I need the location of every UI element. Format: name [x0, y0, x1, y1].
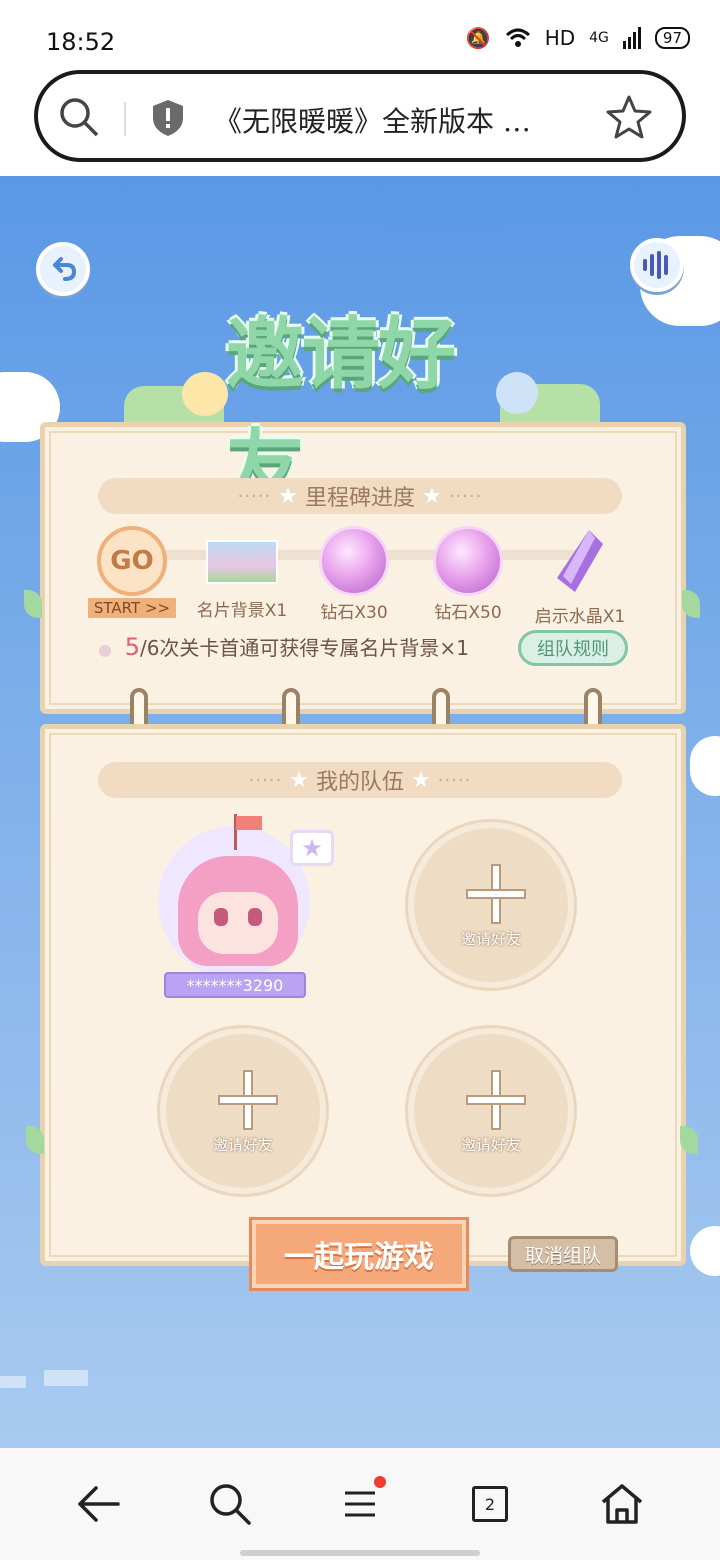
page-title[interactable]: 《无限暖暖》全新版本 …: [214, 100, 554, 140]
progress-description: /6次关卡首通可获得专属名片背景×1: [139, 636, 469, 660]
milestone-label: 钻石X50: [434, 603, 502, 623]
menu-icon: [345, 1491, 375, 1517]
tab-count-icon: 2: [472, 1486, 508, 1522]
team-panel: [40, 724, 686, 1266]
card-background-icon: [206, 540, 278, 584]
star-icon: ★: [422, 483, 442, 509]
milestone-diamond-30: 钻石X30: [294, 526, 414, 623]
leader-flag-icon: [236, 816, 262, 830]
search-icon[interactable]: [58, 96, 100, 138]
sound-wave-icon: [643, 251, 668, 279]
progress-count: 5: [124, 633, 140, 661]
header-dots: ·····: [437, 769, 472, 791]
status-bar: 18:52 🔕 HD 4G 97: [0, 0, 720, 70]
menu-nav-button[interactable]: [334, 1476, 386, 1530]
milestone-label: START >>: [72, 598, 192, 618]
team-header-label: 我的队伍: [315, 770, 404, 795]
milestone-header: ····· ★ 里程碑进度 ★ ·····: [98, 478, 622, 514]
bullet-icon: ●: [98, 640, 112, 659]
invite-label: 邀请好友: [460, 1136, 521, 1154]
signal-label: 4G: [589, 30, 609, 46]
address-divider: [124, 102, 126, 136]
flower-decoration: [182, 372, 228, 416]
back-arrow-icon: [78, 1486, 120, 1522]
signal-icon: [622, 27, 641, 49]
cancel-team-button[interactable]: 取消组队: [508, 1236, 618, 1272]
team-rules-button[interactable]: 组队规则: [518, 630, 628, 666]
avatar-face: [198, 892, 278, 954]
flower-decoration: [496, 372, 538, 414]
cloud-decoration: [690, 736, 720, 796]
progress-text: ● 5/6次关卡首通可获得专属名片背景×1: [98, 632, 469, 661]
search-icon: [210, 1484, 251, 1525]
member-name: *******3290: [164, 972, 306, 998]
milestone-card-background: 名片背景X1: [182, 526, 302, 621]
play-together-button[interactable]: 一起玩游戏: [252, 1220, 466, 1288]
milestone-diamond-50: 钻石X50: [408, 526, 528, 623]
invite-slot[interactable]: 邀请好友: [160, 1028, 326, 1194]
header-dots: ·····: [248, 769, 283, 791]
audio-button[interactable]: [630, 238, 684, 292]
avatar-eye: [214, 908, 228, 926]
invite-slot[interactable]: 邀请好友: [408, 822, 574, 988]
search-nav-button[interactable]: [204, 1478, 256, 1530]
team-header: ····· ★ 我的队伍 ★ ·····: [98, 762, 622, 798]
mute-icon: 🔕: [465, 26, 491, 50]
plus-icon: [466, 864, 526, 924]
bookmark-star-icon[interactable]: [606, 94, 652, 140]
start-tag: START >>: [87, 598, 177, 618]
browser-screen: 18:52 🔕 HD 4G 97 《无限暖暖》全新版本 … 邀请好 ····· …: [0, 0, 720, 1560]
wifi-icon: [505, 28, 530, 47]
home-icon: [601, 1484, 643, 1524]
home-nav-button[interactable]: [596, 1478, 648, 1530]
cloud-decoration: [690, 1226, 720, 1276]
game-view: 邀请好友 ····· ★ 里程碑进度 ★ ····· GO START >> 名…: [0, 176, 720, 1448]
plus-icon: [218, 1070, 278, 1130]
battery-icon: 97: [654, 27, 690, 49]
invite-label: 邀请好友: [212, 1136, 273, 1154]
tabs-nav-button[interactable]: 2: [464, 1478, 516, 1530]
cloud-decoration: [0, 1376, 26, 1388]
status-icons: 🔕 HD 4G 97: [466, 26, 690, 50]
status-time: 18:52: [46, 28, 116, 56]
star-icon: ★: [278, 483, 298, 509]
avatar-eye: [248, 908, 262, 926]
invite-label: 邀请好友: [460, 930, 521, 948]
header-dots: ·····: [237, 485, 272, 507]
milestone-start: GO START >>: [72, 526, 192, 618]
invite-slot[interactable]: 邀请好友: [408, 1028, 574, 1194]
milestone-header-label: 里程碑进度: [304, 486, 415, 511]
crystal-icon: [557, 530, 603, 592]
invite-friends-title: 邀请好友: [226, 310, 456, 512]
home-indicator[interactable]: [240, 1550, 480, 1556]
back-button[interactable]: [36, 242, 90, 296]
cloud-decoration: [44, 1370, 88, 1386]
star-bubble-icon: ★: [290, 830, 334, 866]
header-dots: ·····: [448, 485, 483, 507]
network-label: HD: [544, 26, 576, 50]
milestone-label: 启示水晶X1: [534, 607, 626, 627]
star-icon: ★: [289, 767, 309, 793]
back-nav-button[interactable]: [72, 1478, 124, 1530]
diamond-icon: [433, 526, 503, 596]
go-badge-icon: GO: [97, 526, 167, 596]
undo-arrow-icon: [53, 257, 77, 281]
team-member-avatar[interactable]: ★: [152, 812, 334, 982]
shield-icon[interactable]: [150, 98, 186, 138]
milestone-label: 钻石X30: [320, 603, 388, 623]
star-icon: ★: [411, 767, 431, 793]
milestone-label: 名片背景X1: [196, 601, 288, 621]
address-bar[interactable]: 《无限暖暖》全新版本 …: [34, 70, 686, 162]
diamond-icon: [319, 526, 389, 596]
bottom-nav: 2: [0, 1448, 720, 1560]
plus-icon: [466, 1070, 526, 1130]
notification-dot: [374, 1476, 386, 1488]
milestone-crystal: 启示水晶X1: [520, 526, 640, 627]
